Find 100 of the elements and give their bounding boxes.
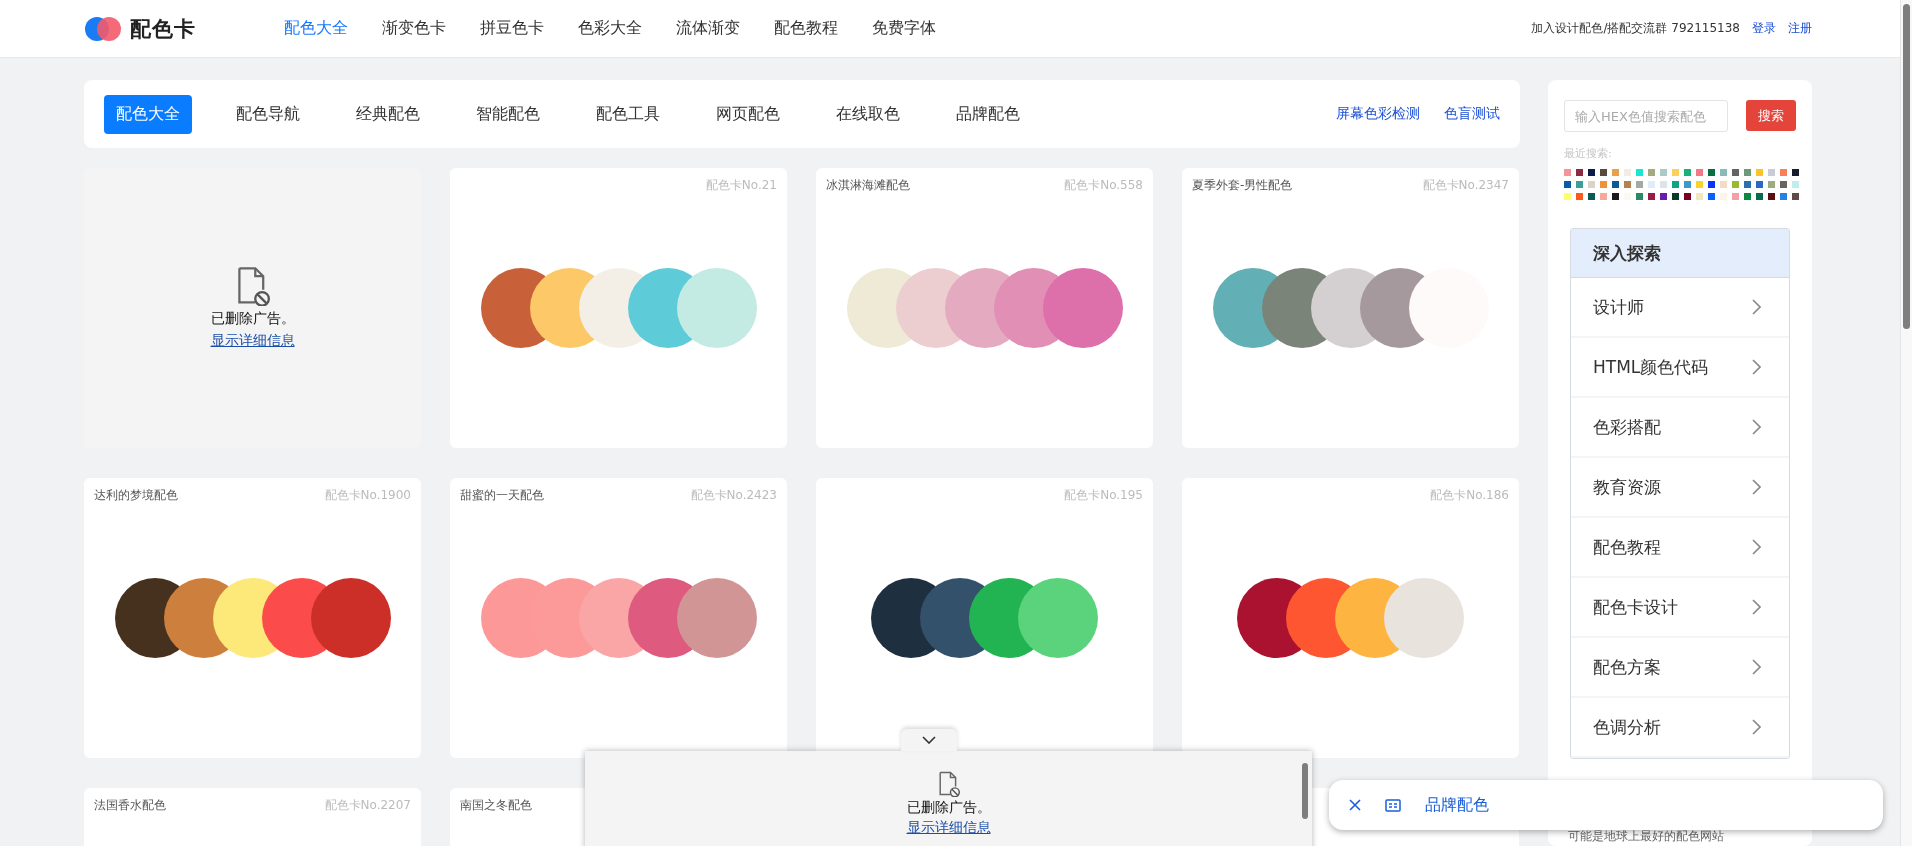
color-swatch[interactable] xyxy=(1732,193,1739,200)
palette-card[interactable]: 法国香水配色 配色卡No.2207 xyxy=(84,788,421,846)
nav-link[interactable]: 渐变色卡 xyxy=(382,18,446,39)
color-swatch[interactable] xyxy=(1744,193,1751,200)
login-link[interactable]: 登录 xyxy=(1752,20,1776,37)
color-swatch[interactable] xyxy=(1744,181,1751,188)
color-swatch[interactable] xyxy=(1612,169,1619,176)
color-swatch[interactable] xyxy=(1696,181,1703,188)
color-swatch[interactable] xyxy=(1708,169,1715,176)
color-swatch[interactable] xyxy=(1660,169,1667,176)
color-swatch[interactable] xyxy=(1756,181,1763,188)
tab[interactable]: 配色导航 xyxy=(224,94,312,134)
floating-bar-label[interactable]: 品牌配色 xyxy=(1425,794,1489,816)
color-swatch[interactable] xyxy=(1672,181,1679,188)
color-swatch[interactable] xyxy=(1672,193,1679,200)
color-swatch[interactable] xyxy=(1768,169,1775,176)
color-swatch[interactable] xyxy=(1636,193,1643,200)
color-swatch[interactable] xyxy=(1624,169,1631,176)
hex-search-field[interactable]: 输入HEX色值搜索配色 xyxy=(1564,100,1728,132)
explore-item[interactable]: 设计师 xyxy=(1571,278,1789,338)
search-button[interactable]: 搜索 xyxy=(1746,100,1796,131)
color-swatch[interactable] xyxy=(1588,169,1595,176)
nav-link[interactable]: 免费字体 xyxy=(872,18,936,39)
tab[interactable]: 智能配色 xyxy=(464,94,552,134)
color-swatch[interactable] xyxy=(1732,181,1739,188)
explore-item[interactable]: 配色方案 xyxy=(1571,638,1789,698)
color-swatch[interactable] xyxy=(1720,181,1727,188)
color-swatch[interactable] xyxy=(1768,181,1775,188)
nav-link[interactable]: 拼豆色卡 xyxy=(480,18,544,39)
tab[interactable]: 品牌配色 xyxy=(944,94,1032,134)
color-swatch[interactable] xyxy=(1720,169,1727,176)
tool-link[interactable]: 色盲测试 xyxy=(1444,105,1500,123)
color-swatch[interactable] xyxy=(1564,193,1571,200)
color-swatch[interactable] xyxy=(1648,193,1655,200)
color-swatch[interactable] xyxy=(1600,169,1607,176)
color-swatch[interactable] xyxy=(1588,181,1595,188)
tab[interactable]: 网页配色 xyxy=(704,94,792,134)
explore-item[interactable]: HTML颜色代码 xyxy=(1571,338,1789,398)
tab[interactable]: 在线取色 xyxy=(824,94,912,134)
explore-item[interactable]: 色彩搭配 xyxy=(1571,398,1789,458)
color-swatch[interactable] xyxy=(1684,169,1691,176)
scrollbar[interactable] xyxy=(1900,0,1912,846)
color-swatch[interactable] xyxy=(1684,193,1691,200)
tool-link[interactable]: 屏幕色彩检测 xyxy=(1336,105,1420,123)
details-link[interactable]: 显示详细信息 xyxy=(906,819,991,838)
nav-link[interactable]: 流体渐变 xyxy=(676,18,740,39)
color-swatch[interactable] xyxy=(1696,169,1703,176)
color-swatch[interactable] xyxy=(1684,181,1691,188)
palette-card[interactable]: 冰淇淋海滩配色 配色卡No.558 xyxy=(816,168,1153,448)
close-icon[interactable] xyxy=(1349,799,1361,811)
color-swatch[interactable] xyxy=(1660,181,1667,188)
tab[interactable]: 经典配色 xyxy=(344,94,432,134)
palette-card[interactable]: 夏季外套-男性配色 配色卡No.2347 xyxy=(1182,168,1519,448)
details-link[interactable]: 显示详细信息 xyxy=(210,332,295,351)
color-swatch[interactable] xyxy=(1708,181,1715,188)
color-swatch[interactable] xyxy=(1588,193,1595,200)
color-swatch[interactable] xyxy=(1672,169,1679,176)
color-swatch[interactable] xyxy=(1756,169,1763,176)
color-swatch[interactable] xyxy=(1576,193,1583,200)
color-swatch[interactable] xyxy=(1780,193,1787,200)
color-swatch[interactable] xyxy=(1720,193,1727,200)
color-swatch[interactable] xyxy=(1708,193,1715,200)
color-swatch[interactable] xyxy=(1600,193,1607,200)
collapse-button[interactable] xyxy=(901,729,957,751)
register-link[interactable]: 注册 xyxy=(1788,20,1812,37)
explore-item[interactable]: 色调分析 xyxy=(1571,698,1789,758)
color-swatch[interactable] xyxy=(1612,181,1619,188)
explore-item[interactable]: 教育资源 xyxy=(1571,458,1789,518)
color-swatch[interactable] xyxy=(1564,169,1571,176)
tab[interactable]: 配色大全 xyxy=(104,94,192,134)
explore-item[interactable]: 配色教程 xyxy=(1571,518,1789,578)
color-swatch[interactable] xyxy=(1636,169,1643,176)
tab[interactable]: 配色工具 xyxy=(584,94,672,134)
nav-link[interactable]: 色彩大全 xyxy=(578,18,642,39)
color-swatch[interactable] xyxy=(1756,193,1763,200)
color-swatch[interactable] xyxy=(1636,181,1643,188)
color-swatch[interactable] xyxy=(1780,181,1787,188)
color-swatch[interactable] xyxy=(1600,181,1607,188)
scrollbar-thumb[interactable] xyxy=(1302,763,1308,819)
color-swatch[interactable] xyxy=(1744,169,1751,176)
color-swatch[interactable] xyxy=(1732,169,1739,176)
color-swatch[interactable] xyxy=(1576,169,1583,176)
color-swatch[interactable] xyxy=(1648,181,1655,188)
color-swatch[interactable] xyxy=(1612,193,1619,200)
palette-card[interactable]: 甜蜜的一天配色 配色卡No.2423 xyxy=(450,478,787,758)
color-swatch[interactable] xyxy=(1792,169,1799,176)
nav-link[interactable]: 配色教程 xyxy=(774,18,838,39)
color-swatch[interactable] xyxy=(1576,181,1583,188)
color-swatch[interactable] xyxy=(1624,181,1631,188)
color-swatch[interactable] xyxy=(1648,169,1655,176)
color-swatch[interactable] xyxy=(1696,193,1703,200)
color-swatch[interactable] xyxy=(1768,193,1775,200)
nav-link[interactable]: 配色大全 xyxy=(284,18,348,39)
color-swatch[interactable] xyxy=(1792,181,1799,188)
color-swatch[interactable] xyxy=(1780,169,1787,176)
color-swatch[interactable] xyxy=(1792,193,1799,200)
explore-item[interactable]: 配色卡设计 xyxy=(1571,578,1789,638)
palette-card[interactable]: 达利的梦境配色 配色卡No.1900 xyxy=(84,478,421,758)
color-swatch[interactable] xyxy=(1660,193,1667,200)
color-swatch[interactable] xyxy=(1564,181,1571,188)
